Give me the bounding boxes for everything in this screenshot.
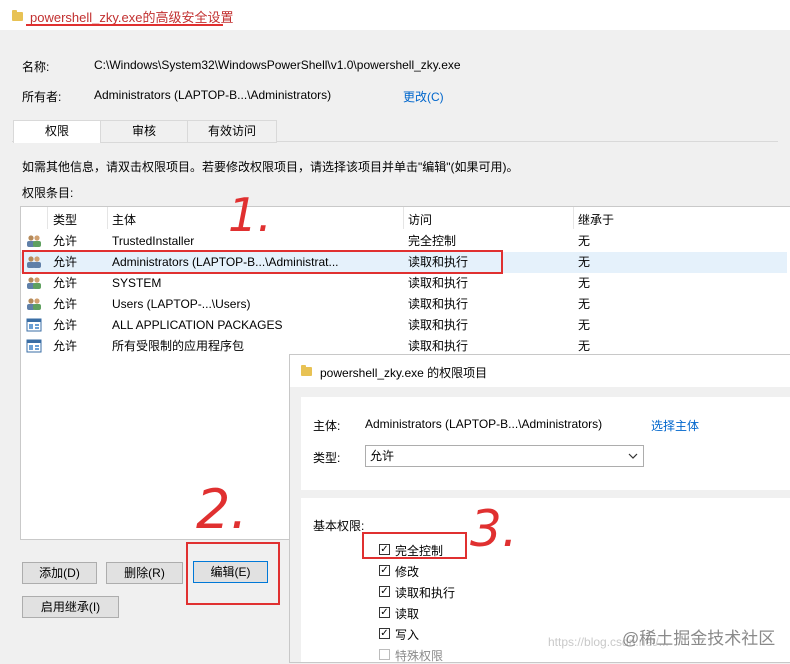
table-row[interactable]: 允许 SYSTEM 读取和执行 无	[21, 273, 787, 294]
folder-icon	[12, 10, 23, 21]
dialog-principal-panel: 主体: Administrators (LAPTOP-B...\Administ…	[301, 397, 790, 490]
checkbox[interactable]: ✓	[379, 607, 390, 618]
tab-permissions[interactable]: 权限	[13, 120, 101, 143]
tab-effective-access[interactable]: 有效访问	[187, 120, 277, 143]
row-access: 读取和执行	[408, 297, 469, 311]
column-header-access[interactable]: 访问	[408, 211, 432, 228]
selected-row-highlight-annotation	[22, 250, 503, 274]
folder-icon	[301, 365, 312, 376]
permission-entry-dialog[interactable]: powershell_zky.exe 的权限项目 主体: Administrat…	[289, 354, 790, 663]
column-divider	[403, 207, 404, 229]
row-inherited: 无	[578, 255, 591, 269]
name-value: C:\Windows\System32\WindowsPowerShell\v1…	[94, 58, 461, 72]
owner-label: 所有者:	[22, 90, 62, 104]
type-label: 类型:	[313, 451, 341, 465]
checkbox[interactable]: ✓	[379, 628, 390, 639]
users-icon	[27, 298, 41, 310]
annotation-step-1: 1.	[228, 188, 272, 242]
principal-label: 主体:	[313, 419, 341, 433]
checkbox[interactable]: ✓	[379, 565, 390, 576]
chevron-down-icon	[628, 453, 638, 459]
enable-inheritance-button[interactable]: 启用继承(I)	[22, 596, 119, 618]
annotation-step-2: 2.	[196, 478, 248, 541]
title-bar: powershell_zky.exe的高级安全设置	[0, 0, 790, 30]
remove-button[interactable]: 删除(R)	[106, 562, 183, 584]
app-package-icon	[26, 318, 42, 332]
row-inherited: 无	[578, 297, 591, 311]
table-row[interactable]: 允许 TrustedInstaller 完全控制 无	[21, 231, 787, 252]
dialog-title: powershell_zky.exe 的权限项目	[320, 366, 488, 380]
permission-label: 读取	[395, 607, 420, 621]
table-row[interactable]: 允许 Users (LAPTOP-...\Users) 读取和执行 无	[21, 294, 787, 315]
row-type: 允许	[53, 339, 78, 353]
users-icon	[27, 235, 41, 247]
permission-label: 读取和执行	[395, 586, 456, 600]
basic-permissions-label: 基本权限:	[313, 519, 365, 533]
row-principal: TrustedInstaller	[112, 234, 195, 248]
row-principal: Users (LAPTOP-...\Users)	[112, 297, 251, 311]
add-button[interactable]: 添加(D)	[22, 562, 97, 584]
checkbox[interactable]: ✓	[379, 586, 390, 597]
table-row[interactable]: 允许 ALL APPLICATION PACKAGES 读取和执行 无	[21, 315, 787, 336]
edit-button-highlight-annotation	[186, 542, 280, 605]
dialog-title-bar: powershell_zky.exe 的权限项目	[290, 355, 790, 387]
row-type: 允许	[53, 276, 78, 290]
users-icon	[27, 277, 41, 289]
row-principal: ALL APPLICATION PACKAGES	[112, 318, 283, 332]
column-header-principal[interactable]: 主体	[112, 211, 136, 228]
entries-label: 权限条目:	[22, 186, 74, 200]
instructions-text: 如需其他信息，请双击权限项目。若要修改权限项目，请选择该项目并单击"编辑"(如果…	[22, 160, 519, 174]
principal-value: Administrators (LAPTOP-B...\Administrato…	[365, 417, 603, 431]
row-access: 读取和执行	[408, 318, 469, 332]
row-inherited: 无	[578, 276, 591, 290]
column-header-inherited[interactable]: 继承于	[578, 211, 614, 228]
row-principal: 所有受限制的应用程序包	[112, 339, 245, 353]
column-divider	[47, 207, 48, 229]
select-principal-link[interactable]: 选择主体	[651, 417, 699, 434]
column-header-type[interactable]: 类型	[53, 211, 77, 228]
column-divider	[107, 207, 108, 229]
row-principal: SYSTEM	[112, 276, 162, 290]
annotation-step-3: 3.	[470, 500, 518, 558]
name-label: 名称:	[22, 60, 50, 74]
row-type: 允许	[53, 318, 78, 332]
permission-label: 特殊权限	[395, 649, 444, 663]
title-underline-annotation	[26, 24, 223, 26]
full-control-highlight-annotation	[362, 532, 467, 559]
app-package-icon	[26, 339, 42, 353]
permission-label: 写入	[395, 628, 420, 642]
checkbox[interactable]	[379, 649, 390, 660]
type-dropdown[interactable]: 允许	[365, 445, 644, 467]
row-type: 允许	[53, 234, 78, 248]
type-dropdown-value: 允许	[370, 449, 395, 463]
column-divider	[573, 207, 574, 229]
row-access: 读取和执行	[408, 276, 469, 290]
row-inherited: 无	[578, 234, 591, 248]
watermark-site: @稀土掘金技术社区	[622, 629, 776, 648]
change-owner-link[interactable]: 更改(C)	[403, 88, 444, 105]
tab-auditing[interactable]: 审核	[100, 120, 188, 143]
permission-label: 修改	[395, 565, 420, 579]
row-access: 完全控制	[408, 234, 457, 248]
owner-value: Administrators (LAPTOP-B...\Administrato…	[94, 88, 332, 102]
row-type: 允许	[53, 297, 78, 311]
row-inherited: 无	[578, 318, 591, 332]
